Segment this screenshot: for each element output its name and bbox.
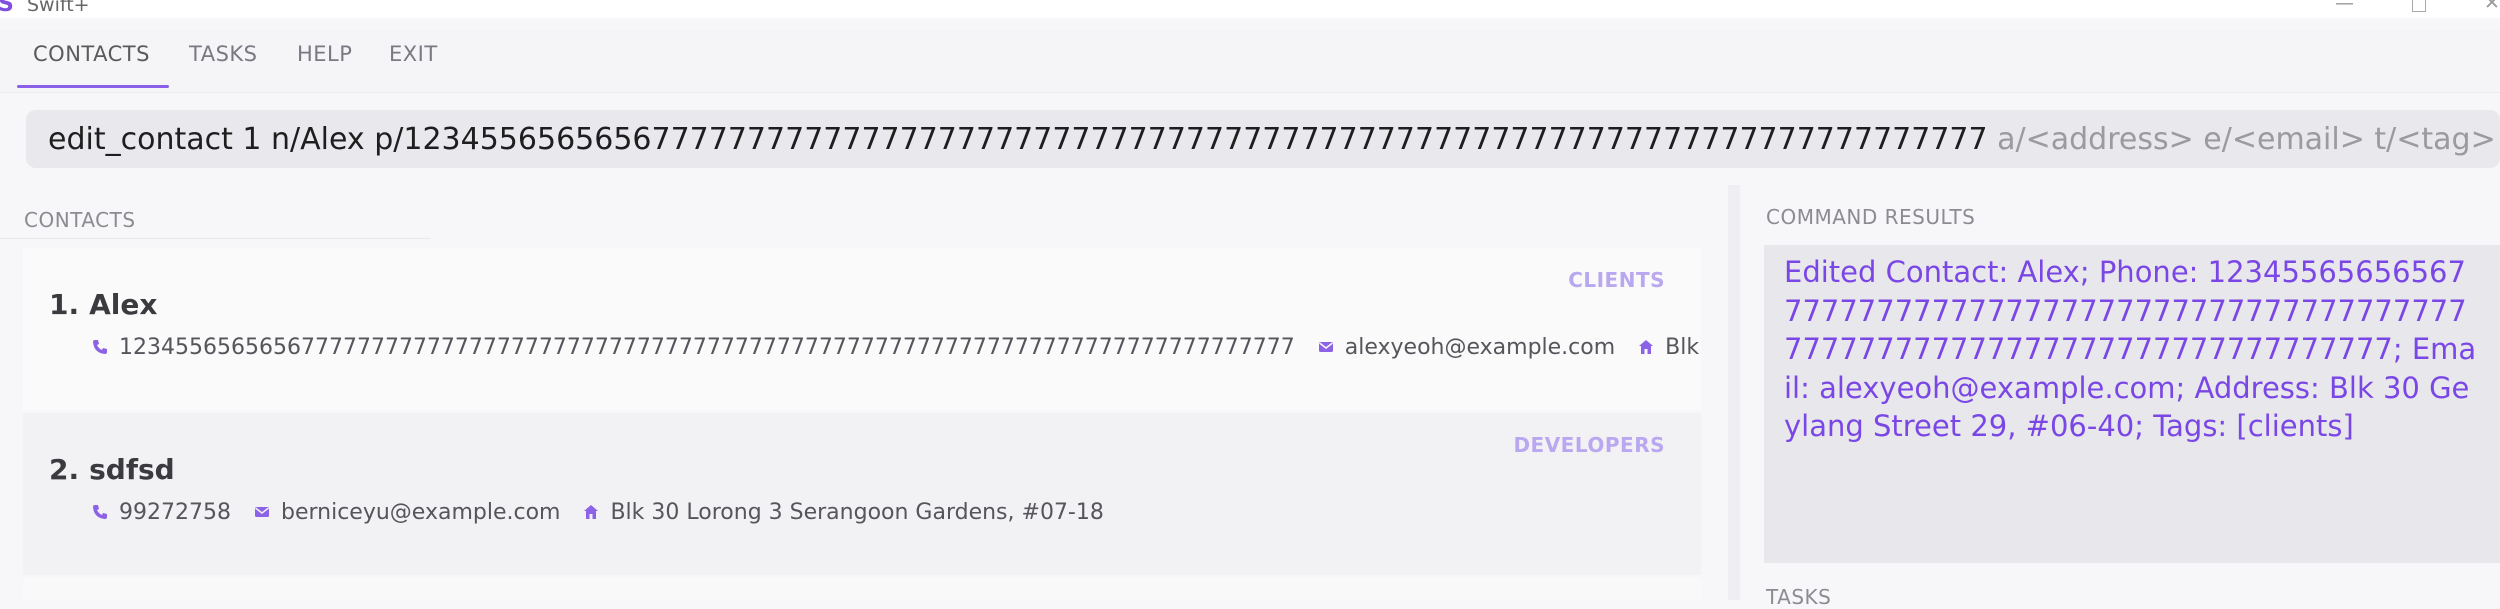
email-field: alexyeoh@example.com (1317, 335, 1615, 360)
phone-icon (91, 338, 109, 356)
contact-address: Blk 30 Ge... (1665, 334, 1701, 360)
contact-index: 1. (49, 288, 80, 321)
tasks-header: TASKS (1766, 585, 1832, 609)
contact-card[interactable] (23, 578, 1701, 600)
phone-field: 1234556565656777777777777777777777777777… (91, 335, 1295, 360)
panel-divider[interactable] (1728, 185, 1740, 600)
contact-name: 1. Alex (49, 288, 157, 321)
email-field: berniceyu@example.com (253, 500, 560, 525)
window-title: Swift+ (27, 0, 90, 16)
menu-contacts[interactable]: CONTACTS (33, 42, 150, 66)
command-input[interactable]: edit_contact 1 n/Alex p/1234556565656777… (26, 110, 2500, 168)
phone-icon (91, 503, 109, 521)
contact-tag: DEVELOPERS (1513, 433, 1665, 457)
active-tab-indicator (17, 85, 169, 88)
results-text: Edited Contact: Alex; Phone: 12345565656… (1784, 255, 2477, 443)
contact-index: 2. (49, 453, 80, 486)
minimize-button[interactable]: — (2335, 0, 2354, 14)
results-box: Edited Contact: Alex; Phone: 12345565656… (1764, 245, 2500, 563)
home-icon (1637, 338, 1655, 356)
contact-info-row: 1234556565656777777777777777777777777777… (91, 332, 1701, 362)
contact-tag: CLIENTS (1568, 268, 1665, 292)
command-hint: a/<address> e/<email> t/<tag> (1987, 122, 2496, 157)
contact-name-text: sdfsd (89, 453, 175, 486)
email-icon (253, 503, 271, 521)
contacts-divider (0, 238, 430, 239)
contact-address: Blk 30 Lorong 3 Serangoon Gardens, #07-1… (610, 499, 1104, 525)
command-text[interactable]: edit_contact 1 n/Alex p/1234556565656777… (48, 122, 2496, 157)
close-button[interactable]: ✕ (2484, 0, 2500, 14)
contact-phone: 1234556565656777777777777777777777777777… (119, 334, 1295, 360)
menu-exit[interactable]: EXIT (389, 42, 438, 66)
maximize-button[interactable] (2412, 0, 2426, 12)
address-field: Blk 30 Lorong 3 Serangoon Gardens, #07-1… (582, 499, 1104, 525)
title-bar: S Swift+ — ✕ (0, 0, 2500, 18)
contact-card[interactable]: 2. sdfsd DEVELOPERS 99272758 berniceyu@ex… (23, 413, 1701, 575)
contact-info-row: 99272758 berniceyu@example.com Blk 30 Lo… (91, 497, 1126, 527)
home-icon (582, 503, 600, 521)
contacts-header: CONTACTS (24, 208, 136, 232)
command-value: edit_contact 1 n/Alex p/1234556565656777… (48, 122, 1988, 157)
contact-email: berniceyu@example.com (280, 499, 561, 525)
menu-tasks[interactable]: TASKS (189, 42, 258, 66)
app-logo-icon: S (0, 0, 14, 17)
menu-bar: CONTACTS TASKS HELP EXIT (0, 30, 2500, 93)
phone-field: 99272758 (91, 500, 231, 525)
contact-phone: 99272758 (119, 499, 231, 525)
contact-email: alexyeoh@example.com (1344, 334, 1616, 360)
menu-help[interactable]: HELP (297, 42, 352, 66)
contact-name: 2. sdfsd (49, 453, 175, 486)
email-icon (1317, 338, 1335, 356)
results-header: COMMAND RESULTS (1766, 205, 1976, 229)
address-field: Blk 30 Ge... (1637, 335, 1701, 360)
contact-name-text: Alex (89, 288, 158, 321)
contact-card[interactable]: 1. Alex CLIENTS 1234556565656777777777777… (23, 248, 1701, 410)
